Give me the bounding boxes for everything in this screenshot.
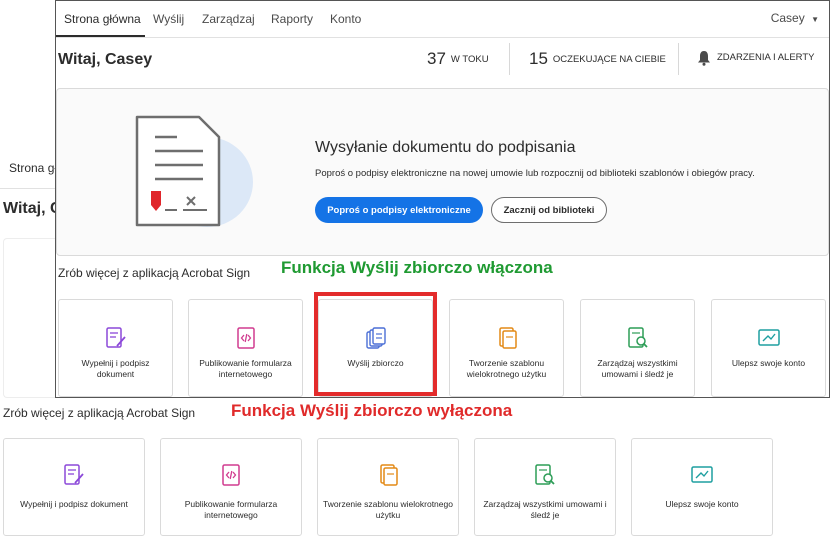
card-fill-sign[interactable]: Wypełnij i podpisz dokument [58, 299, 173, 397]
tab-home-partial[interactable]: Strona gł [0, 152, 60, 189]
stat-label: W TOKU [450, 53, 489, 65]
fill-sign-icon [64, 464, 84, 485]
tab-account[interactable]: Konto [330, 12, 361, 26]
section-title-disabled: Zrób więcej z aplikacją Acrobat Sign [3, 406, 196, 420]
card-web-form[interactable]: Publikowanie formularza internetowego [188, 299, 303, 397]
tab-reports[interactable]: Raporty [271, 12, 313, 26]
chevron-down-icon: ▼ [811, 15, 819, 24]
card-label: Tworzenie szablonu wielokrotnego użytku [466, 358, 547, 379]
annotation-enabled: Funkcja Wyślij zbiorczo włączona [281, 258, 553, 277]
card-label: Ulepsz swoje konto [731, 358, 806, 368]
fill-sign-icon [105, 327, 126, 348]
home-window-enabled: Strona główna Wyślij Zarządzaj Raporty K… [55, 0, 830, 398]
greeting-partial: Witaj, C [3, 200, 62, 217]
request-signatures-button[interactable]: Poproś o podpisy elektroniczne [315, 197, 483, 223]
stat-waiting-for-you[interactable]: 15 OCZEKUJĄCE NA CIEBIE [529, 49, 666, 69]
tab-manage[interactable]: Zarządzaj [202, 12, 255, 26]
hero-description: Poproś o podpisy elektroniczne na nowej … [315, 168, 755, 179]
card-upgrade-account[interactable]: Ulepsz swoje konto [631, 438, 773, 536]
start-from-library-button[interactable]: Zacznij od biblioteki [491, 197, 607, 223]
card-label: Tworzenie szablonu wielokrotnego użytku [323, 499, 453, 520]
reusable-template-icon [498, 327, 517, 349]
card-label: Zarządzaj wszystkimi umowami i śledź je [483, 499, 607, 520]
bell-icon [698, 50, 710, 66]
web-form-icon [236, 327, 255, 349]
divider [509, 43, 510, 75]
manage-agreements-icon [535, 464, 555, 485]
user-name: Casey [770, 11, 805, 25]
tab-home-partial-label: Strona gł [9, 161, 58, 175]
top-nav: Strona główna Wyślij Zarządzaj Raporty K… [56, 1, 829, 38]
web-form-icon [222, 464, 240, 486]
card-label: Publikowanie formularza internetowego [184, 499, 278, 520]
card-web-form[interactable]: Publikowanie formularza internetowego [160, 438, 302, 536]
reusable-template-icon [380, 464, 398, 486]
manage-agreements-icon [627, 327, 648, 348]
card-label: Zarządzaj wszystkimi umowami i śledź je [597, 358, 678, 379]
card-label: Publikowanie formularza internetowego [199, 358, 292, 379]
section-title: Zrób więcej z aplikacją Acrobat Sign [58, 266, 251, 280]
send-in-bulk-highlight [314, 292, 437, 396]
card-fill-sign[interactable]: Wypełnij i podpisz dokument [3, 438, 145, 536]
document-illustration-icon [135, 115, 253, 227]
events-alerts-button[interactable]: ZDARZENIA I ALERTY [697, 49, 815, 67]
hero-title: Wysyłanie dokumentu do podpisania [315, 139, 576, 156]
tab-home[interactable]: Strona główna [64, 12, 141, 26]
card-reusable-template[interactable]: Tworzenie szablonu wielokrotnego użytku [317, 438, 459, 536]
card-upgrade-account[interactable]: Ulepsz swoje konto [711, 299, 826, 397]
stat-value: 15 [529, 49, 548, 68]
upgrade-account-icon [757, 329, 780, 346]
alerts-label: ZDARZENIA I ALERTY [717, 52, 815, 64]
send-document-panel: Wysyłanie dokumentu do podpisania Poproś… [56, 88, 829, 256]
tab-send[interactable]: Wyślij [153, 12, 184, 26]
annotation-disabled: Funkcja Wyślij zbiorczo wyłączona [231, 401, 513, 420]
upgrade-account-icon [691, 466, 713, 483]
card-reusable-template[interactable]: Tworzenie szablonu wielokrotnego użytku [449, 299, 564, 397]
card-manage-agreements[interactable]: Zarządzaj wszystkimi umowami i śledź je [474, 438, 616, 536]
card-label: Wypełnij i podpisz dokument [20, 499, 128, 509]
stat-label: OCZEKUJĄCE NA CIEBIE [552, 53, 666, 65]
active-tab-indicator [56, 35, 145, 37]
stat-value: 37 [427, 49, 446, 68]
card-manage-agreements[interactable]: Zarządzaj wszystkimi umowami i śledź je [580, 299, 695, 397]
divider [678, 43, 679, 75]
card-label: Wypełnij i podpisz dokument [81, 358, 150, 379]
stat-in-progress[interactable]: 37 W TOKU [427, 49, 489, 69]
greeting: Witaj, Casey [58, 51, 153, 68]
user-menu[interactable]: Casey ▼ [771, 11, 819, 25]
card-label: Ulepsz swoje konto [665, 499, 739, 509]
